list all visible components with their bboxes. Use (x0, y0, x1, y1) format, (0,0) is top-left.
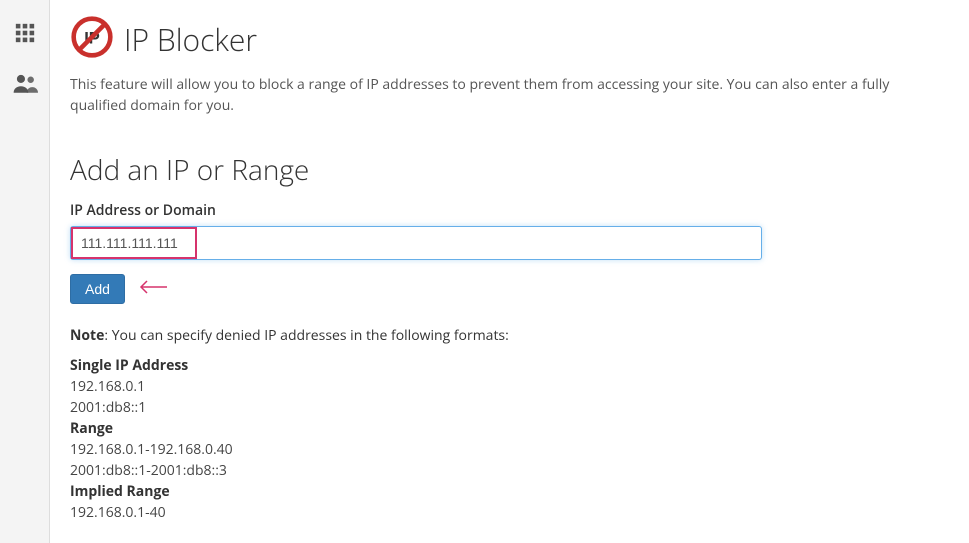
intro-text: This feature will allow you to block a r… (70, 74, 949, 116)
page-header: IP IP Blocker (70, 15, 949, 64)
formats-single: Single IP Address 192.168.0.1 2001:db8::… (70, 355, 949, 418)
note-prefix: Note (70, 326, 104, 345)
note-text: : You can specify denied IP addresses in… (104, 326, 508, 345)
left-sidebar (0, 0, 50, 543)
section-title: Add an IP or Range (70, 151, 949, 189)
format-example: 192.168.0.1-192.168.0.40 (70, 439, 949, 460)
add-button[interactable]: Add (70, 274, 125, 304)
button-row: Add (70, 274, 949, 304)
ip-input[interactable] (70, 226, 762, 260)
ip-input-wrap (70, 226, 762, 260)
ip-input-label: IP Address or Domain (70, 201, 949, 220)
formats-implied: Implied Range 192.168.0.1-40 (70, 481, 949, 523)
ip-blocker-icon: IP (70, 15, 114, 64)
format-example: 2001:db8::1-2001:db8::3 (70, 460, 949, 481)
note-line: Note: You can specify denied IP addresse… (70, 326, 949, 345)
main-content: IP IP Blocker This feature will allow yo… (50, 0, 969, 543)
format-title: Single IP Address (70, 355, 949, 376)
annotation-arrow-icon (137, 279, 169, 300)
formats-range: Range 192.168.0.1-192.168.0.40 2001:db8:… (70, 418, 949, 481)
page-title: IP Blocker (124, 19, 257, 60)
grid-icon[interactable] (0, 8, 50, 58)
format-example: 192.168.0.1-40 (70, 502, 949, 523)
format-example: 2001:db8::1 (70, 397, 949, 418)
format-title: Implied Range (70, 481, 949, 502)
format-example: 192.168.0.1 (70, 376, 949, 397)
format-title: Range (70, 418, 949, 439)
users-icon[interactable] (0, 58, 50, 108)
